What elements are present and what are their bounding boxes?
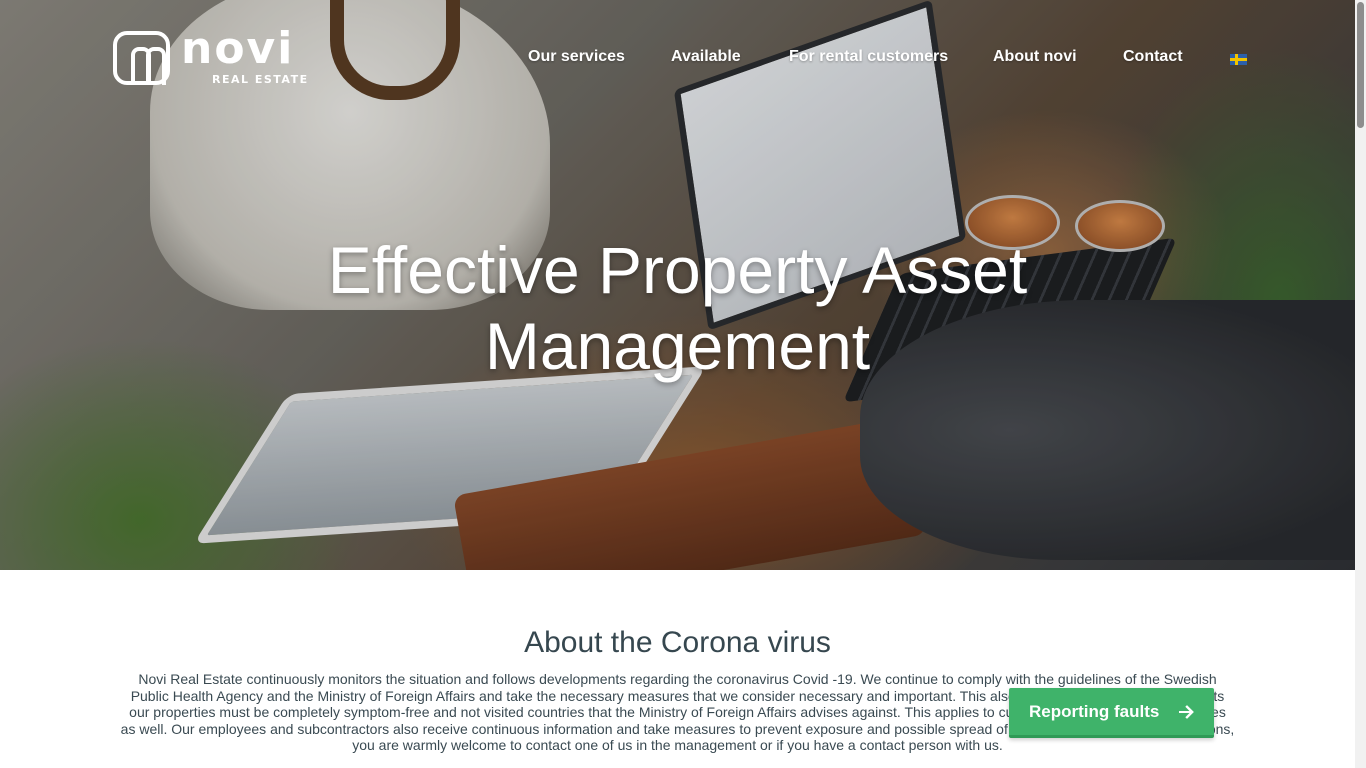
corona-section-title: About the Corona virus (524, 626, 831, 659)
arrow-right-icon (1179, 705, 1194, 719)
nav-contact[interactable]: Contact (1123, 48, 1183, 70)
page-scrollbar[interactable] (1355, 0, 1366, 768)
nav-our-services[interactable]: Our services (528, 48, 625, 70)
scrollbar-thumb[interactable] (1357, 2, 1364, 128)
logo-subtitle: REAL ESTATE (212, 73, 309, 86)
logo-wordmark: novi (181, 23, 295, 74)
swedish-flag-icon[interactable] (1230, 54, 1247, 65)
nav-about-novi[interactable]: About novi (993, 48, 1077, 70)
novi-logo[interactable]: novi REAL ESTATE (113, 27, 307, 87)
nav-for-rental-customers[interactable]: For rental customers (789, 48, 948, 70)
hero-title: Effective Property Asset Management (327, 233, 1028, 383)
reporting-faults-label: Reporting faults (1029, 701, 1160, 721)
novi-logo-icon (113, 31, 170, 85)
nav-available[interactable]: Available (671, 48, 741, 70)
reporting-faults-button[interactable]: Reporting faults (1009, 688, 1214, 738)
